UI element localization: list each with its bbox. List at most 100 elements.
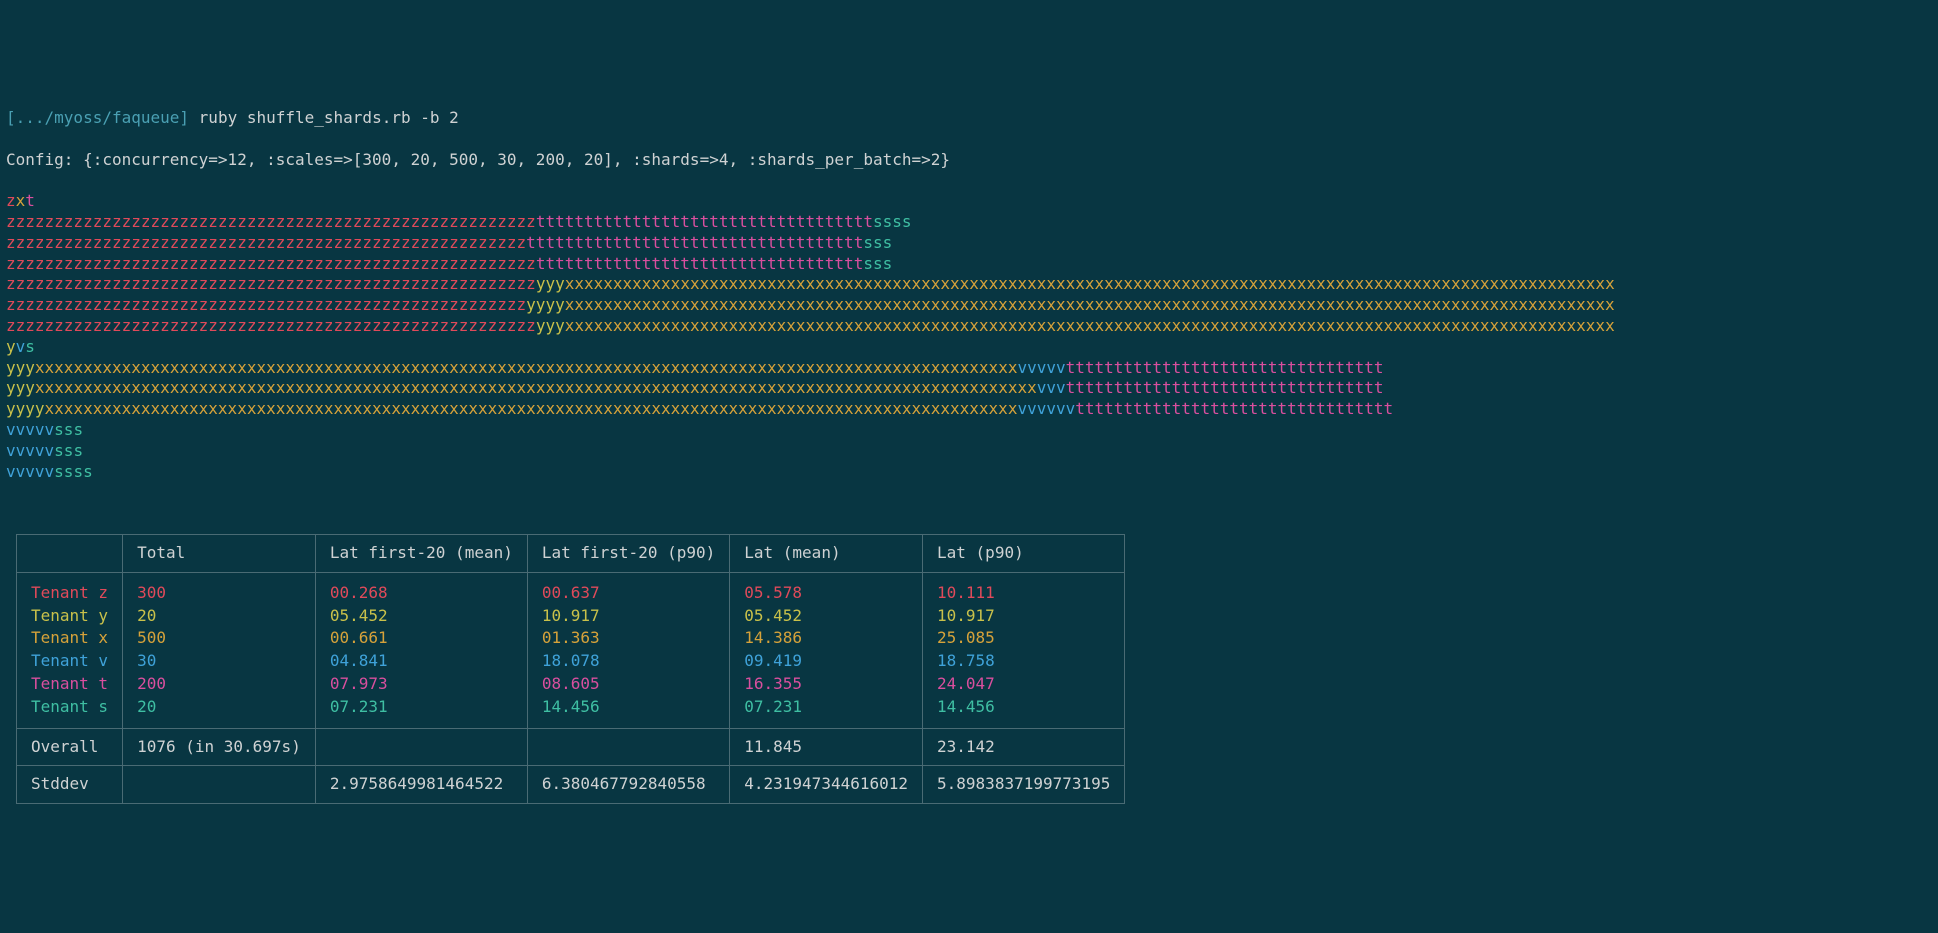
stream-run-t: t (25, 191, 35, 210)
tenant-s-total: 20 (123, 696, 316, 728)
overall-f20mean (315, 728, 527, 766)
terminal-output: [.../myoss/faqueue] ruby shuffle_shards.… (6, 87, 1932, 825)
col-p90: Lat (p90) (923, 534, 1125, 572)
tenant-s-p90: 14.456 (923, 696, 1125, 728)
tenant-v-p90: 18.758 (923, 650, 1125, 673)
tenant-s-mean: 07.231 (730, 696, 923, 728)
stream-run-v: vvv (1037, 378, 1066, 397)
stream-line: zzzzzzzzzzzzzzzzzzzzzzzzzzzzzzzzzzzzzzzz… (6, 233, 1932, 254)
stream-line: vvvvvssss (6, 462, 1932, 483)
stream-run-z: zzzzzzzzzzzzzzzzzzzzzzzzzzzzzzzzzzzzzzzz… (6, 274, 536, 293)
stream-line: zxt (6, 191, 1932, 212)
tenant-y-p90: 10.917 (923, 605, 1125, 628)
stream-run-x: xxxxxxxxxxxxxxxxxxxxxxxxxxxxxxxxxxxxxxxx… (565, 316, 1615, 335)
latency-report-table: Total Lat first-20 (mean) Lat first-20 (… (16, 534, 1125, 804)
tenant-t-label: Tenant t (17, 673, 123, 696)
stream-line: yyyxxxxxxxxxxxxxxxxxxxxxxxxxxxxxxxxxxxxx… (6, 378, 1932, 399)
overall-row: Overall 1076 (in 30.697s) 11.845 23.142 (17, 728, 1125, 766)
stream-run-z: zzzzzzzzzzzzzzzzzzzzzzzzzzzzzzzzzzzzzzzz… (6, 212, 536, 231)
stream-line: yyyyxxxxxxxxxxxxxxxxxxxxxxxxxxxxxxxxxxxx… (6, 399, 1932, 420)
stream-run-v: vvvvvv (1017, 399, 1075, 418)
stream-line: zzzzzzzzzzzzzzzzzzzzzzzzzzzzzzzzzzzzzzzz… (6, 295, 1932, 316)
tenant-row-s: Tenant s2007.23114.45607.23114.456 (17, 696, 1125, 728)
stream-run-y: yyyy (526, 295, 565, 314)
stream-run-t: ttttttttttttttttttttttttttttttttttt (526, 233, 863, 252)
stream-run-s: sss (54, 441, 83, 460)
stream-run-y: yyy (536, 274, 565, 293)
stddev-mean: 4.231947344616012 (730, 766, 923, 804)
tenant-y-f20p90: 10.917 (527, 605, 729, 628)
stream-run-y: yyy (6, 378, 35, 397)
tenant-t-total: 200 (123, 673, 316, 696)
stream-run-y: y (6, 337, 16, 356)
tenant-x-f20p90: 01.363 (527, 627, 729, 650)
stream-run-x: xxxxxxxxxxxxxxxxxxxxxxxxxxxxxxxxxxxxxxxx… (45, 399, 1018, 418)
stream-run-v: v (16, 337, 26, 356)
overall-label: Overall (17, 728, 123, 766)
tenant-z-p90: 10.111 (923, 572, 1125, 604)
stream-run-s: ssss (54, 462, 93, 481)
tenant-y-mean: 05.452 (730, 605, 923, 628)
stream-run-s: sss (863, 233, 892, 252)
stddev-row: Stddev 2.9758649981464522 6.380467792840… (17, 766, 1125, 804)
stream-run-t: ttttttttttttttttttttttttttttttttt (1075, 399, 1393, 418)
col-mean: Lat (mean) (730, 534, 923, 572)
overall-p90: 23.142 (923, 728, 1125, 766)
tenant-y-f20mean: 05.452 (315, 605, 527, 628)
tenant-v-f20p90: 18.078 (527, 650, 729, 673)
stream-run-s: sss (54, 420, 83, 439)
tenant-row-z: Tenant z30000.26800.63705.57810.111 (17, 572, 1125, 604)
stream-run-v: vvvvv (6, 420, 54, 439)
stream-line: yyyxxxxxxxxxxxxxxxxxxxxxxxxxxxxxxxxxxxxx… (6, 358, 1932, 379)
tenant-x-mean: 14.386 (730, 627, 923, 650)
stream-run-v: vvvvv (1017, 358, 1065, 377)
tenant-t-mean: 16.355 (730, 673, 923, 696)
stream-run-x: xxxxxxxxxxxxxxxxxxxxxxxxxxxxxxxxxxxxxxxx… (565, 295, 1615, 314)
col-f20-mean: Lat first-20 (mean) (315, 534, 527, 572)
tenant-t-f20p90: 08.605 (527, 673, 729, 696)
overall-mean: 11.845 (730, 728, 923, 766)
prompt-line: [.../myoss/faqueue] ruby shuffle_shards.… (6, 108, 1932, 129)
config-line: Config: {:concurrency=>12, :scales=>[300… (6, 150, 1932, 171)
tenant-row-y: Tenant y2005.45210.91705.45210.917 (17, 605, 1125, 628)
stream-line: vvvvvsss (6, 441, 1932, 462)
tenant-y-label: Tenant y (17, 605, 123, 628)
stream-run-z: zzzzzzzzzzzzzzzzzzzzzzzzzzzzzzzzzzzzzzzz… (6, 295, 526, 314)
tenant-row-x: Tenant x50000.66101.36314.38625.085 (17, 627, 1125, 650)
tenant-s-f20mean: 07.231 (315, 696, 527, 728)
tenant-z-f20p90: 00.637 (527, 572, 729, 604)
tenant-x-p90: 25.085 (923, 627, 1125, 650)
tenant-x-total: 500 (123, 627, 316, 650)
stddev-p90: 5.8983837199773195 (923, 766, 1125, 804)
tenant-z-label: Tenant z (17, 572, 123, 604)
tenant-v-mean: 09.419 (730, 650, 923, 673)
stream-run-y: yyy (536, 316, 565, 335)
stream-run-x: xxxxxxxxxxxxxxxxxxxxxxxxxxxxxxxxxxxxxxxx… (35, 378, 1037, 397)
stream-line: yvs (6, 337, 1932, 358)
stream-run-t: ttttttttttttttttttttttttttttttttt (1066, 378, 1384, 397)
prompt-path: [.../myoss/faqueue] (6, 108, 189, 127)
stream-run-v: vvvvv (6, 441, 54, 460)
col-tenant (17, 534, 123, 572)
stream-run-s: s (25, 337, 35, 356)
tenant-v-total: 30 (123, 650, 316, 673)
stream-run-t: ttttttttttttttttttttttttttttttttttt (536, 212, 873, 231)
stream-run-z: zzzzzzzzzzzzzzzzzzzzzzzzzzzzzzzzzzzzzzzz… (6, 316, 536, 335)
stream-run-t: ttttttttttttttttttttttttttttttttt (1066, 358, 1384, 377)
tenant-row-v: Tenant v3004.84118.07809.41918.758 (17, 650, 1125, 673)
stream-line: vvvvvsss (6, 420, 1932, 441)
stream-run-z: zzzzzzzzzzzzzzzzzzzzzzzzzzzzzzzzzzzzzzzz… (6, 233, 526, 252)
tenant-t-p90: 24.047 (923, 673, 1125, 696)
tenant-x-f20mean: 00.661 (315, 627, 527, 650)
stream-run-x: xxxxxxxxxxxxxxxxxxxxxxxxxxxxxxxxxxxxxxxx… (35, 358, 1018, 377)
stream-output: zxtzzzzzzzzzzzzzzzzzzzzzzzzzzzzzzzzzzzzz… (6, 191, 1932, 482)
tenant-s-label: Tenant s (17, 696, 123, 728)
stream-line: zzzzzzzzzzzzzzzzzzzzzzzzzzzzzzzzzzzzzzzz… (6, 212, 1932, 233)
tenant-t-f20mean: 07.973 (315, 673, 527, 696)
stream-line: zzzzzzzzzzzzzzzzzzzzzzzzzzzzzzzzzzzzzzzz… (6, 254, 1932, 275)
tenant-row-t: Tenant t20007.97308.60516.35524.047 (17, 673, 1125, 696)
stream-run-z: z (6, 191, 16, 210)
stream-run-v: vvvvv (6, 462, 54, 481)
overall-f20p90 (527, 728, 729, 766)
prompt-command: ruby shuffle_shards.rb -b 2 (199, 108, 459, 127)
